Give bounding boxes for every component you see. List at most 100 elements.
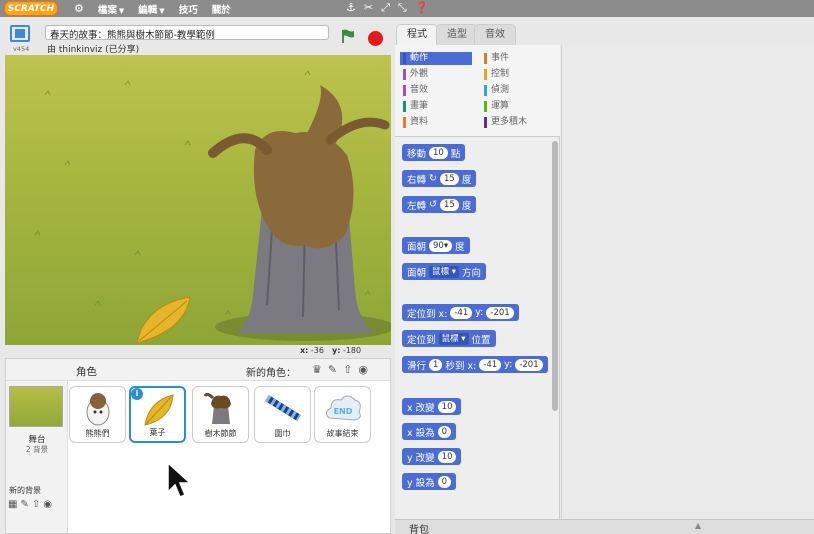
block-number-input[interactable]: -41 bbox=[479, 358, 502, 371]
block-dropdown[interactable]: 鼠標 ▾ bbox=[438, 332, 469, 345]
block-move-steps[interactable]: 移動 10 點 bbox=[402, 144, 466, 161]
block-palette: 動作 外觀 音效 畫筆 資料 事件 控制 偵測 運算 更多積木 移動 10 點 右轉… bbox=[395, 45, 560, 520]
block-number-input[interactable]: 10 bbox=[437, 450, 457, 463]
backdrop-count: 2 背景 bbox=[25, 445, 49, 454]
category-swatch bbox=[403, 85, 406, 96]
category-sensing[interactable]: 偵測 bbox=[481, 84, 509, 97]
category-swatch bbox=[484, 69, 487, 80]
block-text: 度 bbox=[461, 174, 472, 186]
chevron-up-icon[interactable]: ▲ bbox=[695, 521, 701, 530]
block-number-input[interactable]: 0 bbox=[437, 425, 452, 438]
menubar: SCRATCH ⚙ 檔案 ▼ 編輯 ▼ 技巧 關於 ⚓ ✂ ⤢ ⤡ ❓ bbox=[0, 0, 814, 17]
presentation-mode-button[interactable] bbox=[10, 25, 30, 42]
rotate-counterclockwise-icon: ↺ bbox=[429, 199, 437, 210]
grow-icon[interactable]: ⤢ bbox=[381, 1, 390, 15]
shrink-icon[interactable]: ⤡ bbox=[398, 1, 407, 15]
sprite-tile-tree[interactable]: 樹木節節 bbox=[192, 386, 249, 443]
category-pen[interactable]: 畫筆 bbox=[400, 100, 428, 113]
category-events[interactable]: 事件 bbox=[481, 52, 509, 65]
category-control[interactable]: 控制 bbox=[481, 68, 509, 81]
block-number-input[interactable]: -41 bbox=[450, 306, 473, 319]
camera-icon[interactable]: ◉ bbox=[358, 363, 368, 376]
block-text: 右轉 bbox=[407, 174, 427, 186]
y-label: y: bbox=[331, 346, 341, 355]
category-label: 外觀 bbox=[410, 69, 429, 79]
category-data[interactable]: 資料 bbox=[400, 116, 428, 129]
scarf-thumbnail bbox=[265, 395, 301, 421]
upload-icon[interactable]: ⇧ bbox=[343, 363, 352, 376]
script-area[interactable] bbox=[561, 45, 814, 520]
menu-file[interactable]: 檔案 ▼ bbox=[98, 2, 124, 16]
category-sound[interactable]: 音效 bbox=[400, 84, 428, 97]
project-author: 由 thinkinviz (已分享) bbox=[47, 45, 140, 55]
block-change-y[interactable]: y 改變 10 bbox=[402, 448, 462, 465]
block-number-input[interactable]: 10 bbox=[437, 400, 457, 413]
palette-scrollbar[interactable] bbox=[552, 141, 558, 411]
block-direction-input[interactable]: 90▾ bbox=[429, 239, 453, 252]
category-more-blocks[interactable]: 更多積木 bbox=[481, 116, 527, 129]
block-number-input[interactable]: 0 bbox=[437, 475, 452, 488]
sprite-tile-bears[interactable]: 熊熊們 bbox=[69, 386, 126, 443]
tab-sounds[interactable]: 音效 bbox=[474, 24, 516, 45]
category-label: 音效 bbox=[410, 85, 429, 95]
block-turn-right[interactable]: 右轉 ↻ 15 度 bbox=[402, 170, 477, 187]
upload-icon[interactable]: ⇧ bbox=[32, 499, 40, 510]
paint-brush-icon[interactable]: ✎ bbox=[328, 363, 337, 376]
stage[interactable] bbox=[5, 55, 391, 345]
block-number-input[interactable]: -201 bbox=[515, 358, 543, 371]
menu-edit[interactable]: 編輯 ▼ bbox=[138, 2, 164, 16]
stop-button[interactable] bbox=[368, 31, 383, 46]
menu-about[interactable]: 關於 bbox=[212, 2, 231, 16]
help-icon[interactable]: ❓ bbox=[415, 1, 429, 15]
scratch-logo[interactable]: SCRATCH bbox=[4, 1, 58, 16]
block-glide[interactable]: 滑行 1 秒到 x: -41 y: -201 bbox=[402, 356, 548, 373]
tab-costumes[interactable]: 造型 bbox=[436, 24, 478, 45]
caret-down-icon: ▾ bbox=[461, 333, 466, 344]
delete-scissors-icon[interactable]: ✂ bbox=[364, 1, 373, 15]
paint-brush-icon[interactable]: ✎ bbox=[20, 499, 28, 510]
backdrop-library-icon[interactable]: ▦ bbox=[8, 499, 17, 510]
project-title-input[interactable]: 春天的故事：熊熊與樹木節節-教學範例 bbox=[45, 25, 329, 41]
category-motion[interactable]: 動作 bbox=[400, 52, 472, 65]
block-point-in-direction[interactable]: 面朝 90▾ 度 bbox=[402, 237, 470, 254]
camera-icon[interactable]: ◉ bbox=[43, 499, 52, 510]
stage-thumbnail[interactable] bbox=[9, 386, 63, 427]
block-number-input[interactable]: 10 bbox=[429, 146, 448, 159]
stage-thumbnail-column: 舞台 2 背景 新的背景 ▦ ✎ ⇧ ◉ bbox=[6, 381, 68, 533]
sprite-tile-scarf[interactable]: 圍巾 bbox=[254, 386, 311, 443]
category-swatch bbox=[403, 69, 406, 80]
block-number-input[interactable]: 1 bbox=[429, 358, 443, 371]
category-operators[interactable]: 運算 bbox=[481, 100, 509, 113]
category-swatch bbox=[484, 53, 487, 64]
sprite-tile-story-end[interactable]: END 故事結束 bbox=[314, 386, 371, 443]
sprite-library-icon[interactable]: ♛ bbox=[312, 363, 322, 376]
sprite-tile-leaf[interactable]: i 葉子 bbox=[129, 386, 186, 443]
block-number-input[interactable]: -201 bbox=[486, 306, 514, 319]
category-looks[interactable]: 外觀 bbox=[400, 68, 428, 81]
block-number-input[interactable]: 15 bbox=[439, 198, 459, 211]
backpack-bar[interactable]: 背包 ▲ bbox=[395, 519, 814, 534]
block-change-x[interactable]: x 改變 10 bbox=[402, 398, 462, 415]
green-flag-icon[interactable] bbox=[341, 29, 355, 43]
block-go-to-xy[interactable]: 定位到 x: -41 y: -201 bbox=[402, 304, 519, 321]
block-set-y[interactable]: y 設為 0 bbox=[402, 473, 457, 490]
mouse-y-readout: y: -180 bbox=[332, 346, 361, 355]
block-text: 左轉 bbox=[407, 200, 427, 212]
duplicate-stamp-icon[interactable]: ⚓ bbox=[346, 1, 356, 15]
tab-scripts[interactable]: 程式 bbox=[396, 24, 438, 45]
menu-tips[interactable]: 技巧 bbox=[179, 2, 198, 16]
block-go-to[interactable]: 定位到 鼠標 ▾ 位置 bbox=[402, 330, 496, 347]
block-set-x[interactable]: x 設為 0 bbox=[402, 423, 457, 440]
block-dropdown[interactable]: 鼠標 ▾ bbox=[429, 265, 460, 278]
category-label: 事件 bbox=[491, 53, 510, 63]
category-swatch bbox=[484, 101, 487, 112]
block-number-input[interactable]: 15 bbox=[439, 172, 459, 185]
block-point-towards[interactable]: 面朝 鼠標 ▾ 方向 bbox=[402, 263, 487, 280]
stage-header: v454 春天的故事：熊熊與樹木節節-教學範例 由 thinkinviz (已分… bbox=[0, 17, 392, 55]
new-sprite-label: 新的角色： bbox=[246, 368, 296, 379]
category-swatch bbox=[484, 85, 487, 96]
globe-icon[interactable]: ⚙ bbox=[74, 2, 84, 15]
cloud-end-text: END bbox=[334, 407, 353, 416]
leaf-thumbnail bbox=[144, 394, 174, 426]
block-turn-left[interactable]: 左轉 ↺ 15 度 bbox=[402, 196, 477, 213]
